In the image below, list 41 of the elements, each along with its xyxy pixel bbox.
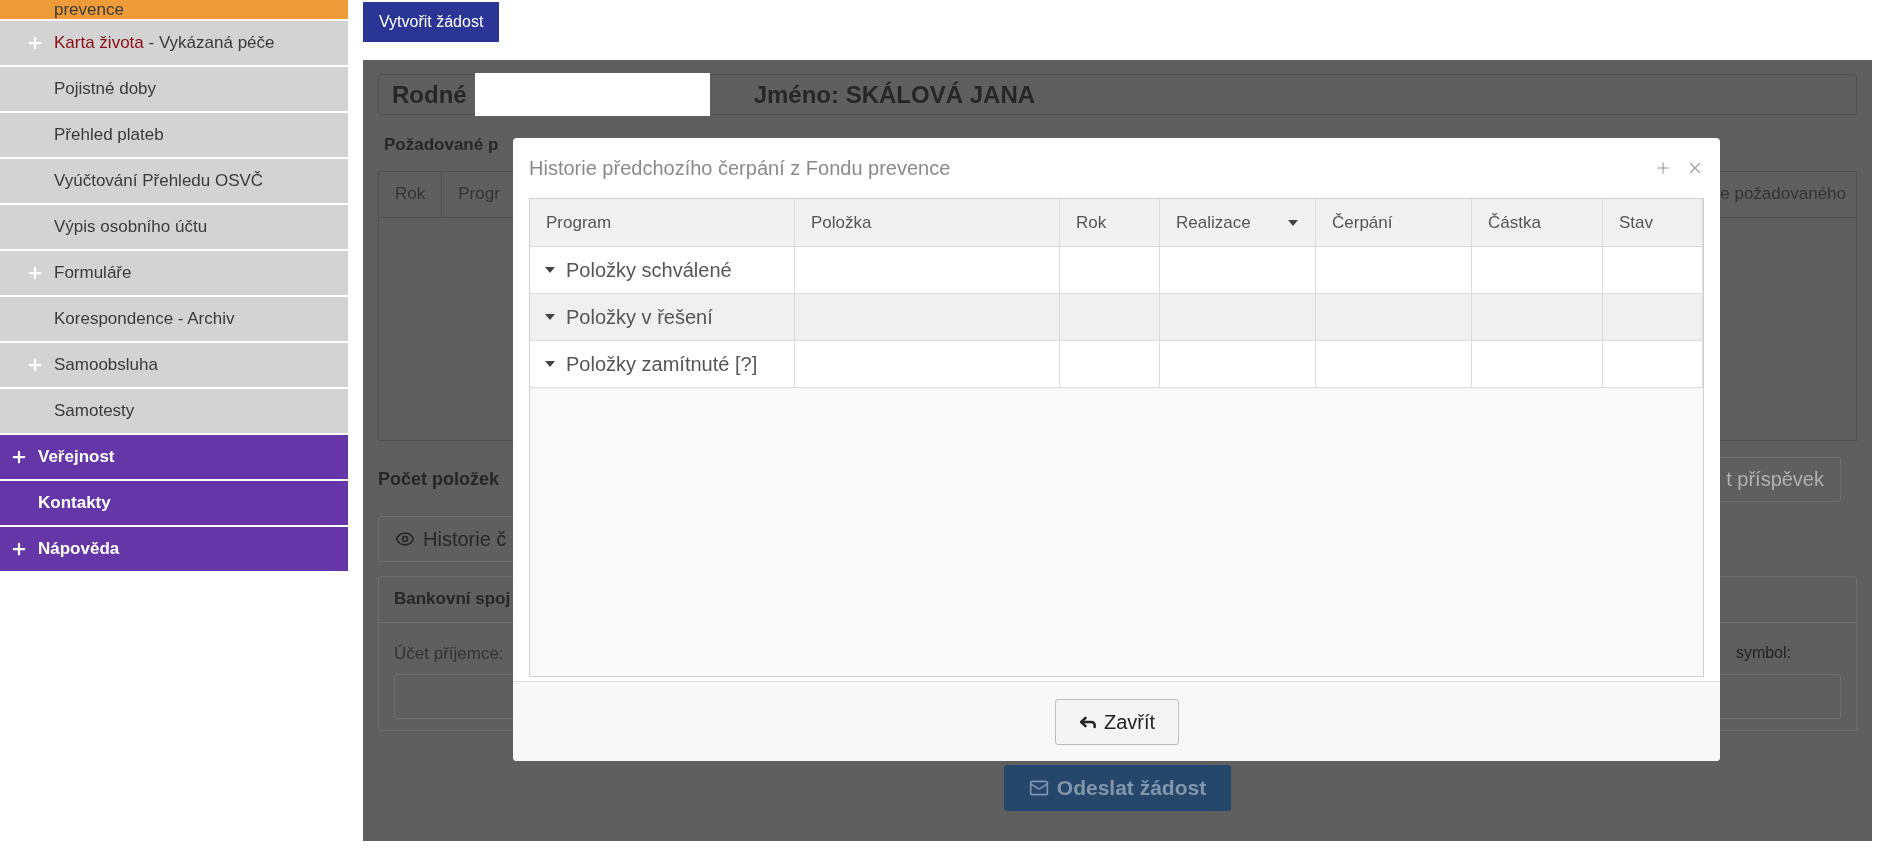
plus-icon xyxy=(26,34,44,52)
bank-title: Bankovní spoj xyxy=(394,588,511,611)
sidebar-item[interactable]: prevence xyxy=(0,0,348,21)
column-header[interactable]: Realizace xyxy=(1160,199,1316,246)
plus-icon xyxy=(26,356,44,374)
column-header[interactable]: Položka xyxy=(795,199,1060,246)
caret-icon[interactable] xyxy=(544,313,556,321)
item-count-label: Počet položek xyxy=(378,467,500,491)
column-header[interactable]: Stav xyxy=(1603,199,1703,246)
group-row[interactable]: Položky v řešení xyxy=(530,294,1703,341)
sidebar-item[interactable]: Vyúčtování Přehledu OSVČ xyxy=(0,159,348,205)
column-header[interactable]: Rok xyxy=(1060,199,1160,246)
sidebar-item[interactable]: Kontakty xyxy=(0,481,348,527)
column-header[interactable]: Čerpání xyxy=(1316,199,1472,246)
sidebar-item[interactable]: Samoobsluha xyxy=(0,343,348,389)
sidebar-item[interactable]: Přehled plateb xyxy=(0,113,348,159)
close-button[interactable]: Zavřít xyxy=(1054,698,1179,745)
create-request-button[interactable]: Vytvořit žádost xyxy=(363,2,500,42)
sidebar-item[interactable]: Samotesty xyxy=(0,389,348,435)
symbol-label: symbol: xyxy=(1735,642,1791,663)
plus-icon xyxy=(10,448,28,466)
plus-icon xyxy=(10,540,28,558)
caret-icon[interactable] xyxy=(544,360,556,368)
column-header[interactable]: Částka xyxy=(1472,199,1603,246)
column-header[interactable]: Program xyxy=(530,199,795,246)
caret-icon[interactable] xyxy=(1287,218,1299,227)
sidebar-item[interactable]: Výpis osobního účtu xyxy=(0,205,348,251)
sidebar-item[interactable]: Nápověda xyxy=(0,527,348,573)
plus-icon xyxy=(26,264,44,282)
sidebar-item[interactable]: Veřejnost xyxy=(0,435,348,481)
group-row[interactable]: Položky schválené xyxy=(530,247,1703,294)
caret-icon[interactable] xyxy=(544,266,556,274)
sidebar-item[interactable]: Formuláře xyxy=(0,251,348,297)
sidebar-item[interactable]: Pojistné doby xyxy=(0,67,348,113)
name-label: Jméno: SKÁLOVÁ JANA xyxy=(753,79,1036,110)
sidebar-item[interactable]: Karta života - Vykázaná péče xyxy=(0,21,348,67)
sidebar-item[interactable]: Korespondence - Archiv xyxy=(0,297,348,343)
group-row[interactable]: Položky zamítnuté [?] xyxy=(530,341,1703,388)
birth-number-label: Rodné xyxy=(392,79,467,110)
dialog-title: Historie předchozího čerpání z Fondu prevence xyxy=(529,156,951,181)
section-title: Požadované p xyxy=(384,134,500,156)
